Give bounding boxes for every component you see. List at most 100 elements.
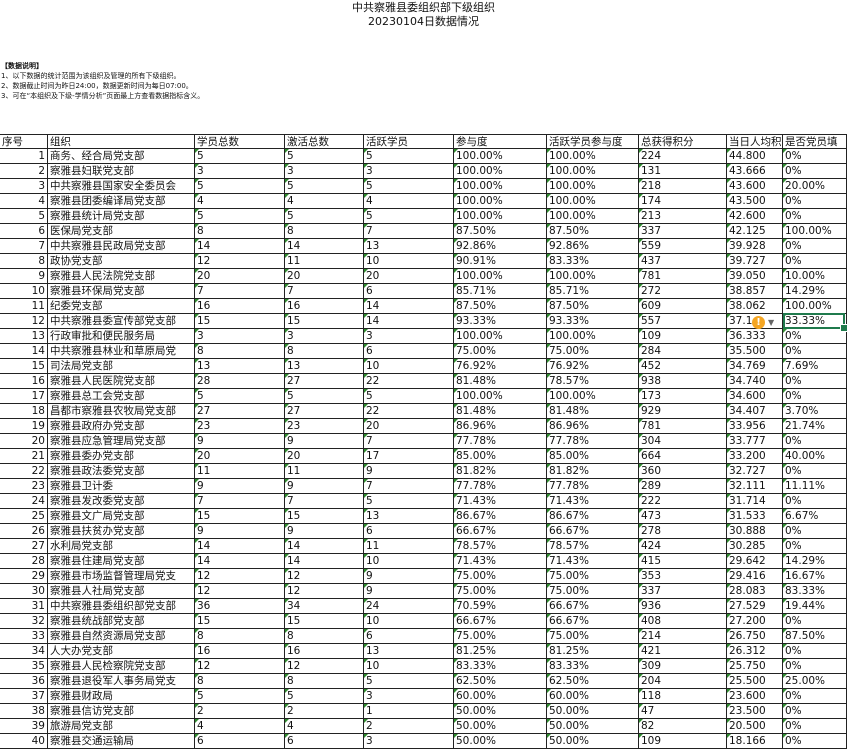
table-cell[interactable]: 2 [364, 719, 454, 734]
table-cell[interactable]: 29.416 [727, 569, 783, 584]
table-cell[interactable]: 27 [285, 404, 364, 419]
table-cell[interactable]: 936 [639, 599, 727, 614]
table-cell[interactable]: 25.750 [727, 659, 783, 674]
table-cell[interactable]: 664 [639, 449, 727, 464]
table-cell[interactable]: 14 [364, 314, 454, 329]
table-cell[interactable]: 察雅县团委编译局党支部 [48, 194, 195, 209]
table-cell[interactable]: 7 [0, 239, 48, 254]
table-cell[interactable]: 22 [364, 404, 454, 419]
table-cell[interactable]: 81.82% [547, 464, 639, 479]
table-cell[interactable]: 察雅县发改委党支部 [48, 494, 195, 509]
table-cell[interactable]: 31.533 [727, 509, 783, 524]
table-cell[interactable]: 213 [639, 209, 727, 224]
table-cell[interactable]: 16 [285, 299, 364, 314]
table-cell[interactable]: 17 [364, 449, 454, 464]
table-cell[interactable]: 100.00% [547, 149, 639, 164]
table-cell[interactable]: 66.67% [547, 614, 639, 629]
table-cell[interactable]: 11 [364, 539, 454, 554]
table-cell[interactable]: 察雅县统战部党支部 [48, 614, 195, 629]
table-cell[interactable]: 424 [639, 539, 727, 554]
table-cell[interactable]: 82 [639, 719, 727, 734]
table-cell[interactable]: 174 [639, 194, 727, 209]
warning-icon[interactable]: ! [752, 316, 765, 329]
table-cell[interactable]: 36.333 [727, 329, 783, 344]
table-cell[interactable]: 77.78% [454, 479, 547, 494]
table-cell[interactable]: 33.200 [727, 449, 783, 464]
table-cell[interactable]: 92.86% [454, 239, 547, 254]
table-cell[interactable]: 察雅县退役军人事务局党支 [48, 674, 195, 689]
table-cell[interactable]: 131 [639, 164, 727, 179]
table-cell[interactable]: 50.00% [454, 719, 547, 734]
table-cell[interactable]: 9 [0, 269, 48, 284]
table-cell[interactable]: 0% [783, 149, 847, 164]
table-cell[interactable]: 8 [285, 224, 364, 239]
table-cell[interactable]: 0% [783, 254, 847, 269]
table-cell[interactable]: 218 [639, 179, 727, 194]
table-cell[interactable]: 66.67% [547, 599, 639, 614]
table-cell[interactable]: 93.33% [454, 314, 547, 329]
table-cell[interactable]: 0% [783, 734, 847, 749]
table-cell[interactable]: 100.00% [454, 194, 547, 209]
table-cell[interactable]: 71.43% [454, 554, 547, 569]
table-cell[interactable]: 224 [639, 149, 727, 164]
table-cell[interactable]: 25.00% [783, 674, 847, 689]
table-cell[interactable]: 66.67% [454, 614, 547, 629]
table-cell[interactable]: 3 [364, 734, 454, 749]
table-cell[interactable]: 86.67% [454, 509, 547, 524]
table-cell[interactable]: 察雅县市场监督管理局党支 [48, 569, 195, 584]
table-cell[interactable]: 4 [364, 194, 454, 209]
table-cell[interactable]: 452 [639, 359, 727, 374]
table-cell[interactable]: 5 [195, 209, 285, 224]
table-cell[interactable]: 415 [639, 554, 727, 569]
table-cell[interactable]: 71.43% [547, 554, 639, 569]
column-header[interactable]: 当日人均积 [727, 134, 783, 149]
table-cell[interactable]: 0% [783, 494, 847, 509]
table-cell[interactable]: 6.67% [783, 509, 847, 524]
table-cell[interactable]: 38 [0, 704, 48, 719]
table-cell[interactable]: 47 [639, 704, 727, 719]
table-cell[interactable]: 8 [0, 254, 48, 269]
table-cell[interactable]: 中共察雅县委宣传部党支部 [48, 314, 195, 329]
table-cell[interactable]: 289 [639, 479, 727, 494]
table-cell[interactable]: 20 [285, 449, 364, 464]
table-cell[interactable]: 408 [639, 614, 727, 629]
table-cell[interactable]: 14 [195, 539, 285, 554]
table-cell[interactable]: 察雅县政法委党支部 [48, 464, 195, 479]
table-cell[interactable]: 12 [285, 659, 364, 674]
table-cell[interactable]: 11 [195, 464, 285, 479]
table-cell[interactable]: 7 [364, 224, 454, 239]
table-cell[interactable]: 察雅县住建局党支部 [48, 554, 195, 569]
table-cell[interactable]: 100.00% [454, 329, 547, 344]
table-cell[interactable]: 34 [285, 599, 364, 614]
table-cell[interactable]: 87.50% [454, 224, 547, 239]
column-header[interactable]: 活跃学员参与度 [547, 134, 639, 149]
table-cell[interactable]: 86.96% [454, 419, 547, 434]
table-cell[interactable]: 93.33% [547, 314, 639, 329]
table-cell[interactable]: 11 [0, 299, 48, 314]
table-cell[interactable]: 25 [0, 509, 48, 524]
table-cell[interactable]: 90.91% [454, 254, 547, 269]
table-cell[interactable]: 23 [0, 479, 48, 494]
table-cell[interactable]: 559 [639, 239, 727, 254]
table-cell[interactable]: 5 [285, 689, 364, 704]
table-cell[interactable]: 2 [195, 704, 285, 719]
table-cell[interactable]: 15 [285, 509, 364, 524]
table-cell[interactable]: 察雅县文广局党支部 [48, 509, 195, 524]
table-cell[interactable]: 13 [195, 359, 285, 374]
table-cell[interactable]: 6 [364, 284, 454, 299]
table-cell[interactable]: 0% [783, 239, 847, 254]
table-cell[interactable]: 929 [639, 404, 727, 419]
table-cell[interactable]: 察雅县应急管理局党支部 [48, 434, 195, 449]
table-cell[interactable]: 35.500 [727, 344, 783, 359]
table-cell[interactable]: 81.82% [454, 464, 547, 479]
table-cell[interactable]: 40 [0, 734, 48, 749]
table-cell[interactable]: 8 [195, 674, 285, 689]
table-cell[interactable]: 75.00% [547, 569, 639, 584]
table-cell[interactable]: 3 [0, 179, 48, 194]
table-cell[interactable]: 14 [364, 299, 454, 314]
column-header[interactable]: 激活总数 [285, 134, 364, 149]
table-cell[interactable]: 3.70% [783, 404, 847, 419]
table-cell[interactable]: 8 [285, 344, 364, 359]
table-cell[interactable]: 31.714 [727, 494, 783, 509]
table-cell[interactable]: 0% [783, 719, 847, 734]
